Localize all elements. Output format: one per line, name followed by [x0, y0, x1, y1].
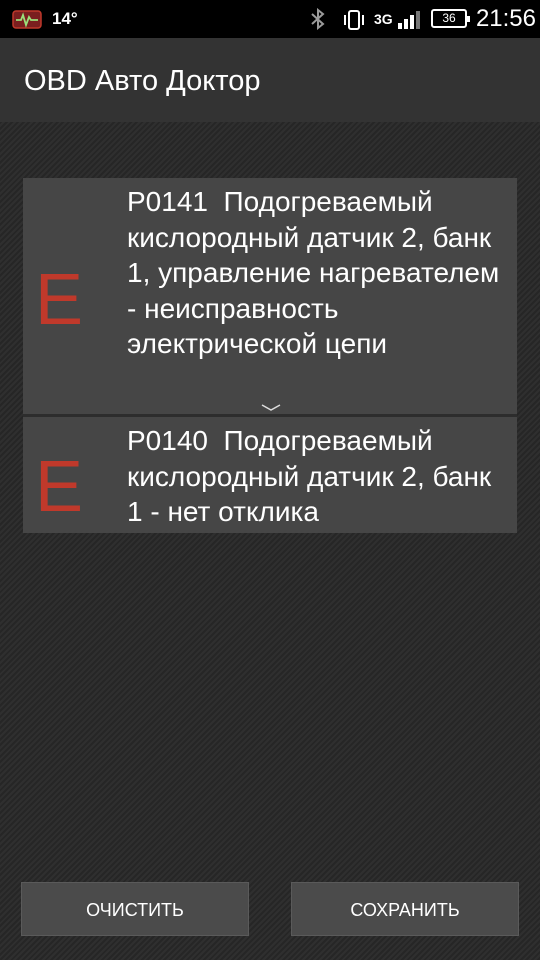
temperature-text: 14°	[52, 9, 78, 28]
severity-error-indicator: E	[35, 447, 84, 527]
battery-indicator: 36	[431, 9, 470, 28]
status-bar: 14° 3G 36 21:56	[0, 0, 540, 38]
save-button[interactable]: СОХРАНИТЬ	[291, 882, 519, 936]
signal-icon	[398, 11, 420, 29]
dtc-description: P0141 Подогреваемый кислородный датчик 2…	[127, 186, 508, 359]
clear-button[interactable]: ОЧИСТИТЬ	[21, 882, 249, 936]
vibrate-icon	[344, 10, 364, 30]
chevron-down-icon[interactable]	[261, 404, 281, 412]
dtc-description: P0140 Подогреваемый кислородный датчик 2…	[127, 425, 499, 527]
severity-error-indicator: E	[35, 260, 84, 340]
bluetooth-icon	[311, 8, 325, 30]
network-type-text: 3G	[374, 11, 393, 27]
dtc-list-item[interactable]: E P0141 Подогреваемый кислородный датчик…	[23, 178, 517, 414]
dtc-list-item[interactable]: E P0140 Подогреваемый кислородный датчик…	[23, 417, 517, 533]
clock-text: 21:56	[475, 5, 536, 32]
app-title: OBD Авто Доктор	[24, 65, 261, 97]
car-scanner-app-icon	[12, 10, 42, 29]
action-bar: OBD Авто Доктор	[0, 38, 540, 122]
